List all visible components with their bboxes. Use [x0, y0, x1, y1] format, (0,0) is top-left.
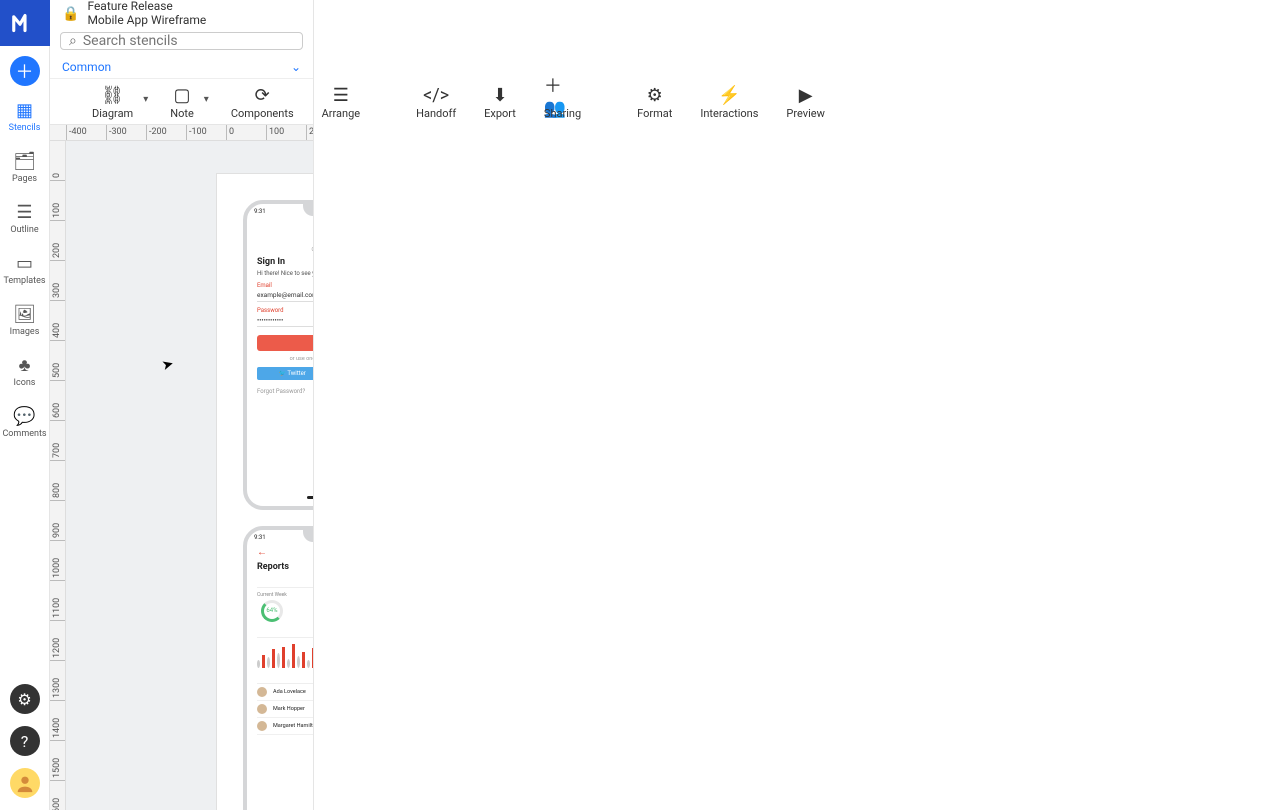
- comments-icon: 💬: [13, 406, 35, 427]
- ruler-vertical: 0100200300400500600700800900100011001200…: [50, 141, 66, 810]
- help-icon[interactable]: ?: [10, 726, 40, 756]
- tool-diagram[interactable]: ⛓Diagram: [92, 86, 133, 120]
- left-rail: ＋ ▦Stencils 🗂Pages ☰Outline ▭Templates 🖼…: [0, 0, 50, 810]
- section-common[interactable]: Common⌄: [50, 56, 313, 78]
- tool-format[interactable]: ⚙Format: [637, 86, 672, 120]
- add-button[interactable]: ＋: [10, 56, 40, 86]
- rail-pages[interactable]: 🗂Pages: [2, 147, 48, 188]
- ruler-horizontal: -400-300-200-100010020030040050060070080…: [50, 125, 313, 141]
- tool-interactions[interactable]: ⚡Interactions: [700, 86, 758, 120]
- rail-outline[interactable]: ☰Outline: [2, 198, 48, 239]
- screen-reports[interactable]: 9:31••• ← Reports Sales Performance Curr…: [243, 526, 313, 810]
- tool-components[interactable]: ⟳Components: [231, 86, 294, 120]
- stencil-panel: 🔒 Feature Release Mobile App Wireframe ⌕…: [50, 0, 314, 810]
- templates-icon: ▭: [16, 253, 33, 274]
- interactions-icon: ⚡: [718, 86, 740, 106]
- app-logo[interactable]: [0, 0, 50, 46]
- rail-icons[interactable]: ♣Icons: [2, 351, 48, 392]
- document-name: Mobile App Wireframe: [87, 14, 206, 28]
- arrange-icon: ☰: [333, 86, 349, 106]
- lock-icon[interactable]: 🔒: [62, 6, 79, 22]
- search-icon: ⌕: [69, 33, 77, 49]
- cursor-icon: ➤: [160, 355, 175, 373]
- canvas[interactable]: Create Account Continue Reports Customer…: [66, 141, 313, 810]
- images-icon: 🖼: [13, 304, 36, 325]
- chevron-down-icon: ⌄: [291, 60, 301, 74]
- tool-export[interactable]: ⬇Export: [484, 86, 516, 120]
- search-input[interactable]: [83, 33, 294, 49]
- diagram-caret[interactable]: ▾: [143, 94, 148, 105]
- diagram-icon: ⛓: [101, 86, 124, 106]
- note-icon: ▢: [174, 86, 191, 106]
- rail-comments[interactable]: 💬Comments: [2, 402, 48, 443]
- top-toolbar: ⛓Diagram ▾ ▢Note ▾ ⟳Components ☰Arrange …: [50, 79, 313, 125]
- tool-note[interactable]: ▢Note: [170, 86, 194, 120]
- stencils-icon: ▦: [16, 100, 33, 121]
- format-icon: ⚙: [647, 86, 663, 106]
- icons-icon: ♣: [19, 355, 31, 376]
- rail-stencils[interactable]: ▦Stencils: [2, 96, 48, 137]
- tool-sharing[interactable]: ＋👥Sharing: [544, 86, 581, 120]
- tool-arrange[interactable]: ☰Arrange: [322, 86, 360, 120]
- rail-templates[interactable]: ▭Templates: [2, 249, 48, 290]
- preview-icon: ▶: [799, 86, 813, 106]
- rail-images[interactable]: 🖼Images: [2, 300, 48, 341]
- tool-handoff[interactable]: </>Handoff: [416, 86, 456, 120]
- settings-icon[interactable]: ⚙: [10, 684, 40, 714]
- note-caret[interactable]: ▾: [204, 94, 209, 105]
- tool-preview[interactable]: ▶Preview: [786, 86, 824, 120]
- export-icon: ⬇: [492, 86, 507, 106]
- pages-icon: 🗂: [13, 151, 36, 172]
- twitter-button: 🐦 Twitter: [257, 367, 313, 380]
- handoff-icon: </>: [423, 86, 449, 106]
- sharing-icon: ＋👥: [544, 86, 581, 106]
- outline-icon: ☰: [16, 202, 32, 223]
- back-icon: ←: [257, 547, 267, 558]
- main-area: ⛓Diagram ▾ ▢Note ▾ ⟳Components ☰Arrange …: [50, 79, 313, 810]
- search-stencils[interactable]: ⌕: [60, 32, 303, 50]
- components-icon: ⟳: [255, 86, 270, 106]
- signin-button: Sign In: [257, 335, 313, 351]
- artboard[interactable]: 9:31••• Company Name Sign In Hi there! N…: [216, 173, 313, 810]
- project-name: Feature Release: [87, 0, 206, 14]
- screen-signin[interactable]: 9:31••• Company Name Sign In Hi there! N…: [243, 200, 313, 510]
- user-avatar[interactable]: [10, 768, 40, 798]
- document-title: 🔒 Feature Release Mobile App Wireframe: [50, 0, 313, 28]
